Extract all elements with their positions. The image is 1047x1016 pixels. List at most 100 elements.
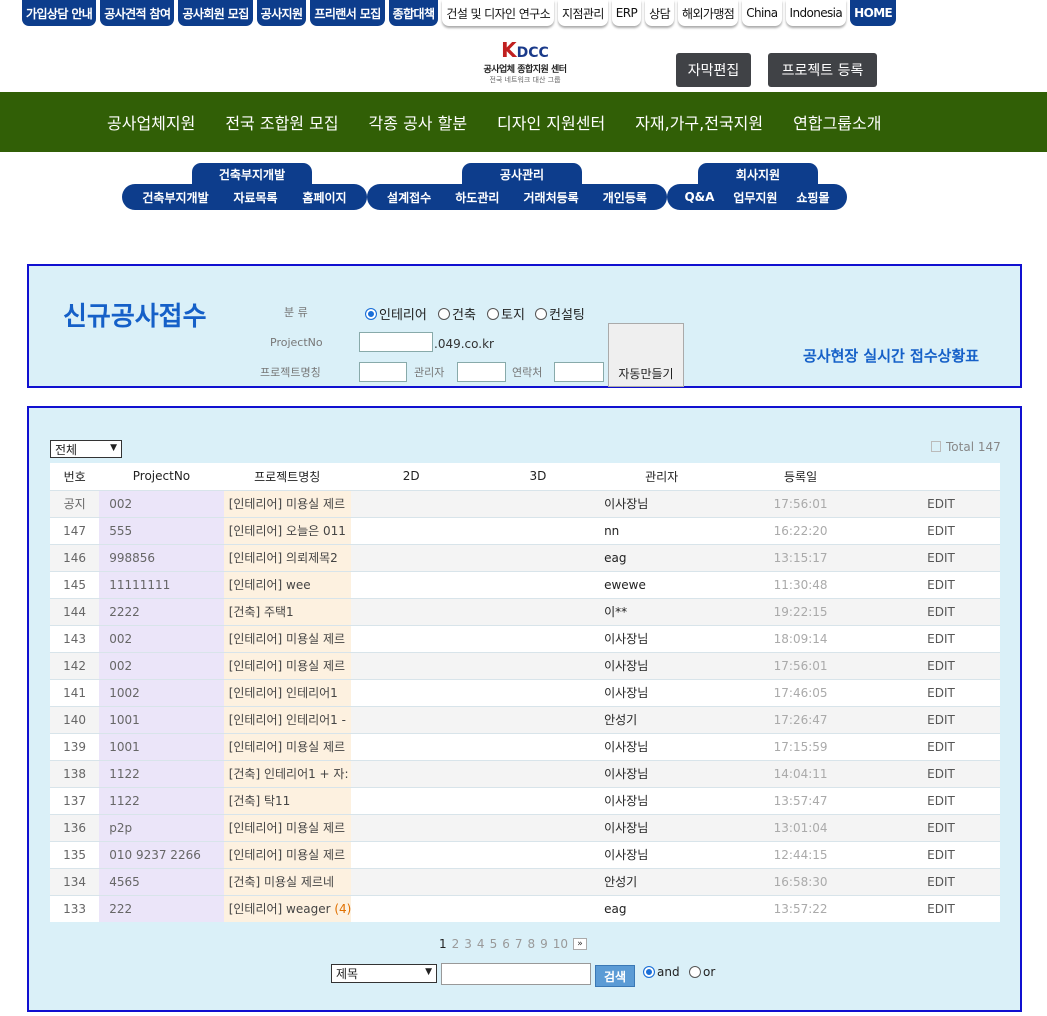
topnav-item-2[interactable]: 공사회원 모집 bbox=[178, 0, 253, 26]
main-menu-item-3[interactable]: 디자인 지원센터 bbox=[497, 110, 605, 134]
topnav-item-3[interactable]: 공사지원 bbox=[256, 0, 307, 26]
search-field-select[interactable]: 제목 ▼ bbox=[331, 964, 437, 983]
page-link-10[interactable]: 10 bbox=[553, 937, 568, 951]
table-row[interactable]: 143 002 [인테리어] 미용실 제르 이사장님 18:09:14 EDIT bbox=[50, 624, 1000, 652]
row-edit-link[interactable]: EDIT bbox=[881, 624, 1000, 652]
row-edit-link[interactable]: EDIT bbox=[881, 813, 1000, 841]
page-link-4[interactable]: 4 bbox=[477, 937, 485, 951]
row-project-name-text[interactable]: [인테리어] weager bbox=[229, 902, 331, 916]
row-project-name[interactable]: [건축] 탁11 bbox=[223, 786, 351, 814]
page-link-7[interactable]: 7 bbox=[515, 937, 523, 951]
radio-land[interactable]: 토지 bbox=[487, 304, 525, 323]
row-edit-link[interactable]: EDIT bbox=[881, 489, 1000, 517]
row-project-name-text[interactable]: [인테리어] 인테리어1 - bbox=[229, 713, 346, 727]
topnav-item-13[interactable]: HOME bbox=[850, 0, 897, 26]
topnav-item-7[interactable]: 지점관리 bbox=[558, 0, 608, 26]
category-link-0-0[interactable]: 건축부지개발 bbox=[142, 189, 208, 206]
live-status-link[interactable]: 공사현장 실시간 접수상황표 bbox=[803, 345, 979, 366]
page-link-5[interactable]: 5 bbox=[490, 937, 498, 951]
row-project-name[interactable]: [인테리어] 인테리어1 bbox=[223, 678, 351, 706]
row-project-name[interactable]: [인테리어] 미용실 제르 bbox=[223, 732, 351, 760]
row-project-name-text[interactable]: [건축] 미용실 제르네 bbox=[229, 875, 334, 889]
topnav-item-11[interactable]: China bbox=[742, 0, 782, 26]
row-project-name-text[interactable]: [인테리어] 미용실 제르 bbox=[229, 659, 345, 673]
kdcc-logo[interactable]: KDCC 공사업체 종합지원 센터 전국 네트워크 대산 그룹 bbox=[470, 38, 580, 86]
row-project-name[interactable]: [인테리어] 미용실 제르 bbox=[223, 651, 351, 679]
projectno-input[interactable] bbox=[359, 332, 433, 352]
main-menu-item-1[interactable]: 전국 조합원 모집 bbox=[225, 110, 338, 134]
main-menu-item-2[interactable]: 각종 공사 할분 bbox=[369, 110, 468, 134]
table-row[interactable]: 134 4565 [건축] 미용실 제르네 안성기 16:58:30 EDIT bbox=[50, 867, 1000, 895]
table-row[interactable]: 137 1122 [건축] 탁11 이사장님 13:57:47 EDIT bbox=[50, 786, 1000, 814]
row-edit-link[interactable]: EDIT bbox=[881, 597, 1000, 625]
radio-building-dot[interactable] bbox=[438, 307, 450, 320]
topnav-item-1[interactable]: 공사견적 참여 bbox=[100, 0, 175, 26]
search-input[interactable] bbox=[441, 963, 591, 985]
table-row[interactable]: 135 010 9237 2266 [인테리어] 미용실 제르 이사장님 12:44:… bbox=[50, 840, 1000, 868]
row-edit-link[interactable]: EDIT bbox=[881, 516, 1000, 544]
topnav-item-10[interactable]: 해외가맹점 bbox=[678, 0, 739, 26]
table-row[interactable]: 140 1001 [인테리어] 인테리어1 - 안성기 17:26:47 EDIT bbox=[50, 705, 1000, 733]
row-project-name-text[interactable]: [인테리어] 미용실 제르 bbox=[229, 740, 345, 754]
page-link-1[interactable]: 1 bbox=[439, 937, 447, 951]
row-project-name-text[interactable]: [인테리어] wee bbox=[229, 578, 311, 592]
row-project-name[interactable]: [인테리어] 미용실 제르 bbox=[223, 624, 351, 652]
radio-or-dot[interactable] bbox=[689, 966, 701, 978]
page-link-8[interactable]: 8 bbox=[527, 937, 535, 951]
row-edit-link[interactable]: EDIT bbox=[881, 840, 1000, 868]
table-row[interactable]: 141 1002 [인테리어] 인테리어1 이사장님 17:46:05 EDIT bbox=[50, 678, 1000, 706]
row-project-name[interactable]: [인테리어] 오늘은 011 bbox=[223, 516, 351, 544]
auto-create-button[interactable]: 자동만들기 bbox=[608, 323, 684, 387]
row-project-name[interactable]: [인테리어] weager (4) bbox=[223, 894, 351, 922]
table-row[interactable]: 138 1122 [건축] 인테리어1 + 자: 이사장님 14:04:11 EDIT bbox=[50, 759, 1000, 787]
main-menu-item-4[interactable]: 자재,가구,전국지원 bbox=[635, 110, 763, 134]
category-caption-management[interactable]: 공사관리 bbox=[462, 163, 582, 185]
caption-edit-button[interactable]: 자막편집 bbox=[676, 53, 751, 87]
radio-interior-dot[interactable] bbox=[365, 307, 377, 320]
row-project-name-text[interactable]: [인테리어] 인테리어1 bbox=[229, 686, 338, 700]
manager-input[interactable] bbox=[457, 362, 506, 382]
category-link-1-1[interactable]: 하도관리 bbox=[455, 189, 499, 206]
category-link-2-2[interactable]: 쇼핑몰 bbox=[796, 189, 829, 206]
category-link-1-0[interactable]: 설계접수 bbox=[387, 189, 431, 206]
radio-land-dot[interactable] bbox=[487, 307, 499, 320]
table-row[interactable]: 139 1001 [인테리어] 미용실 제르 이사장님 17:15:59 EDIT bbox=[50, 732, 1000, 760]
row-edit-link[interactable]: EDIT bbox=[881, 894, 1000, 922]
category-link-2-0[interactable]: Q&A bbox=[684, 190, 714, 204]
row-project-name-text[interactable]: [인테리어] 미용실 제르 bbox=[229, 497, 345, 511]
row-edit-link[interactable]: EDIT bbox=[881, 759, 1000, 787]
radio-building[interactable]: 건축 bbox=[438, 304, 476, 323]
row-edit-link[interactable]: EDIT bbox=[881, 651, 1000, 679]
row-edit-link[interactable]: EDIT bbox=[881, 543, 1000, 571]
row-project-name[interactable]: [인테리어] 미용실 제르 bbox=[223, 489, 351, 517]
table-row[interactable]: 146 998856 [인테리어] 의뢰제목2 eag 13:15:17 EDIT bbox=[50, 543, 1000, 571]
table-row[interactable]: 144 2222 [건축] 주택1 이** 19:22:15 EDIT bbox=[50, 597, 1000, 625]
page-link-9[interactable]: 9 bbox=[540, 937, 548, 951]
row-edit-link[interactable]: EDIT bbox=[881, 867, 1000, 895]
row-project-name[interactable]: [인테리어] 미용실 제르 bbox=[223, 813, 351, 841]
radio-interior[interactable]: 인테리어 bbox=[365, 304, 427, 323]
page-link-6[interactable]: 6 bbox=[502, 937, 510, 951]
main-menu-item-0[interactable]: 공사업체지원 bbox=[107, 110, 195, 134]
row-project-name[interactable]: [인테리어] 의뢰제목2 bbox=[223, 543, 351, 571]
main-menu-item-5[interactable]: 연합그룹소개 bbox=[793, 110, 881, 134]
row-edit-link[interactable]: EDIT bbox=[881, 786, 1000, 814]
category-link-1-3[interactable]: 개인등록 bbox=[603, 189, 647, 206]
row-project-name-text[interactable]: [인테리어] 의뢰제목2 bbox=[229, 551, 338, 565]
row-edit-link[interactable]: EDIT bbox=[881, 570, 1000, 598]
next-page-button[interactable]: » bbox=[573, 938, 588, 950]
category-link-1-2[interactable]: 거래처등록 bbox=[524, 189, 579, 206]
row-edit-link[interactable]: EDIT bbox=[881, 678, 1000, 706]
row-project-name[interactable]: [인테리어] wee bbox=[223, 570, 351, 598]
topnav-item-12[interactable]: Indonesia bbox=[785, 0, 847, 26]
topnav-item-8[interactable]: ERP bbox=[611, 0, 642, 26]
topnav-item-4[interactable]: 프리랜서 모집 bbox=[310, 0, 385, 26]
row-project-name[interactable]: [인테리어] 미용실 제르 bbox=[223, 840, 351, 868]
topnav-item-6[interactable]: 건설 및 디자인 연구소 bbox=[442, 0, 555, 26]
table-row[interactable]: 공지 002 [인테리어] 미용실 제르 이사장님 17:56:01 EDIT bbox=[50, 489, 1000, 517]
category-link-2-1[interactable]: 업무지원 bbox=[733, 189, 777, 206]
row-project-name-text[interactable]: [인테리어] 미용실 제르 bbox=[229, 632, 345, 646]
radio-consulting-dot[interactable] bbox=[535, 307, 547, 320]
radio-consulting[interactable]: 컨설팅 bbox=[535, 304, 585, 323]
row-edit-link[interactable]: EDIT bbox=[881, 732, 1000, 760]
